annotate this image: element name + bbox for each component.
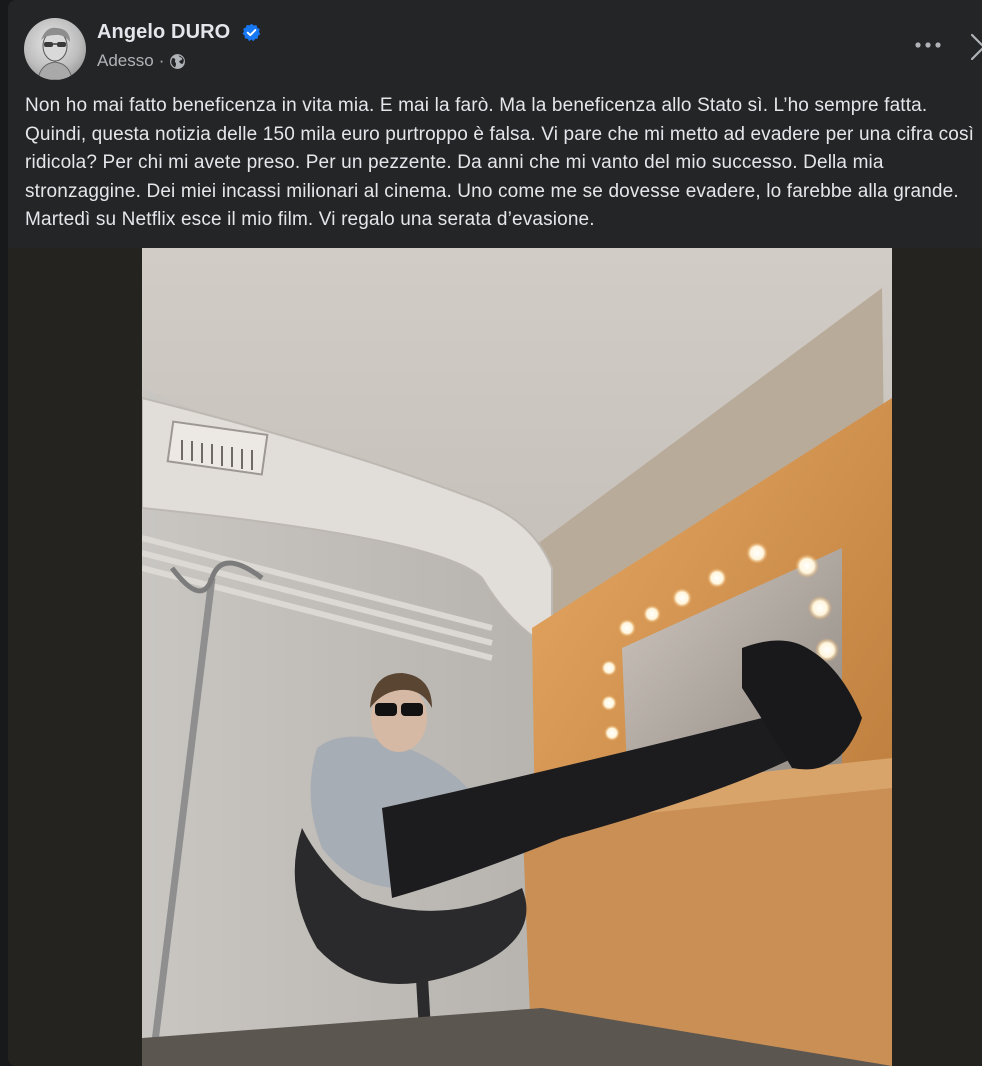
post-timestamp[interactable]: Adesso	[97, 51, 154, 71]
more-options-button[interactable]	[906, 28, 950, 62]
post-media[interactable]	[8, 248, 982, 1066]
post-header: Angelo DURO Adesso ·	[8, 0, 982, 90]
close-icon[interactable]	[968, 30, 982, 64]
post-meta: Adesso ·	[97, 51, 186, 71]
more-options-icon	[915, 42, 941, 48]
globe-icon	[170, 53, 186, 69]
avatar[interactable]	[24, 18, 86, 80]
author-name[interactable]: Angelo DURO	[97, 21, 230, 44]
post-text: Non ho mai fatto beneficenza in vita mia…	[25, 95, 975, 230]
post-photo[interactable]	[142, 248, 892, 1066]
avatar-portrait-icon	[37, 27, 73, 80]
post-card: Angelo DURO Adesso · Non ho mai fatto be…	[8, 0, 982, 1066]
meta-separator: ·	[158, 51, 165, 70]
verified-badge-icon	[242, 23, 261, 42]
